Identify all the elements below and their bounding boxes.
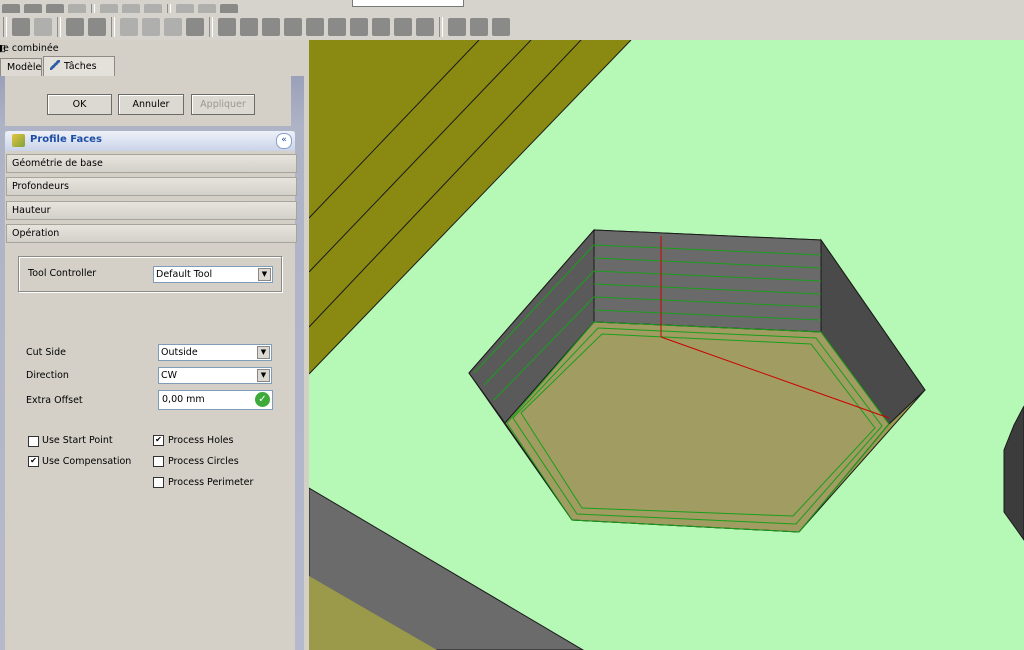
direction-value: CW [161,370,178,381]
use-compensation-label: Use Compensation [42,456,132,467]
edit-pencil-icon [50,60,60,70]
valid-check-icon: ✓ [255,392,270,407]
toolbar-separator [111,17,115,37]
profile-faces-taskbox: Profile Faces « Géométrie de base Profon… [5,131,297,650]
engrave-icon[interactable] [372,18,390,36]
custom-gcode-icon[interactable] [186,18,204,36]
section-heights[interactable]: Hauteur [6,201,297,220]
extra-offset-label: Extra Offset [26,395,83,406]
section-depths[interactable]: Profondeurs [6,177,297,196]
cut-side-value: Outside [161,347,198,358]
section-operation[interactable]: Opération [6,224,297,243]
3d-viewport[interactable] [309,40,1024,650]
process-circles-checkbox[interactable] [153,456,164,467]
pocket-icon[interactable] [284,18,302,36]
taskbox-header[interactable]: Profile Faces « [5,131,295,151]
post-process-icon[interactable] [34,18,52,36]
toolbar-separator [439,17,443,37]
ok-button[interactable]: OK [47,94,112,115]
top-toolbar [0,0,1024,24]
panel-title: ue combinée [0,43,59,54]
tab-tasks-label: Tâches [64,61,97,72]
tab-tasks[interactable]: Tâches [43,56,115,77]
tab-model-label: Modèle [7,62,42,73]
chevron-down-icon: ▼ [257,369,270,382]
toolbar-separator [209,17,213,37]
extra-offset-input[interactable]: 0,00 mm ✓ [158,390,273,410]
tool-controller-icon[interactable] [88,18,106,36]
profile-edges-icon[interactable] [262,18,280,36]
stop-icon[interactable] [164,18,182,36]
helix-icon[interactable] [350,18,368,36]
cut-side-select[interactable]: Outside ▼ [158,344,272,361]
use-start-point-checkbox[interactable] [28,436,39,447]
inspect-icon[interactable] [470,18,488,36]
profile-faces-icon [12,134,25,147]
direction-label: Direction [26,370,69,381]
toolbar-separator [57,17,61,37]
workbench-selector[interactable] [352,0,464,7]
section-base-geometry[interactable]: Géométrie de base [6,154,297,173]
comment-icon[interactable] [142,18,160,36]
tool-controller-select[interactable]: Default Tool ▼ [153,266,273,283]
collapse-chevron-icon[interactable]: « [276,133,292,149]
use-compensation-checkbox[interactable]: ✔ [28,456,39,467]
simulate-icon[interactable] [448,18,466,36]
pocket-shape-icon[interactable] [306,18,324,36]
process-perimeter-checkbox[interactable] [153,477,164,488]
chevron-down-icon: ▼ [257,346,270,359]
3d-scene [309,40,1024,650]
apply-button[interactable]: Appliquer [191,94,255,115]
pocket-wall-back [593,229,822,333]
use-start-point-label: Use Start Point [42,435,113,446]
selection-icon[interactable] [492,18,510,36]
process-circles-label: Process Circles [168,456,239,467]
path-toolbar [0,13,1024,41]
drilling-icon[interactable] [328,18,346,36]
process-holes-label: Process Holes [168,435,234,446]
panel-title-bar: ue combinée ◧ [0,42,309,56]
tasks-area: OK Annuler Appliquer Profile Faces « Géo… [0,76,304,650]
dock-float-icon[interactable]: ◧ [0,43,6,54]
combo-view-panel: ue combinée ◧ Modèle Tâches OK Annuler A… [0,40,309,650]
taskbox-title: Profile Faces [30,134,102,145]
profile-icon[interactable] [240,18,258,36]
adjacent-solid [1003,405,1024,541]
chevron-down-icon: ▼ [258,268,271,281]
toolbar-separator [3,17,7,37]
cut-side-label: Cut Side [26,347,66,358]
process-holes-checkbox[interactable]: ✔ [153,435,164,446]
toolbar-icons-row2 [0,16,512,38]
direction-select[interactable]: CW ▼ [158,367,272,384]
process-perimeter-label: Process Perimeter [168,477,254,488]
cancel-button[interactable]: Annuler [118,94,184,115]
dialog-button-bar: OK Annuler Appliquer [5,76,291,126]
extra-offset-value: 0,00 mm [162,394,205,405]
tool-controller-value: Default Tool [156,269,213,280]
job-icon[interactable] [12,18,30,36]
fixture-icon[interactable] [120,18,138,36]
dropdown-icon[interactable] [416,18,434,36]
tool-controller-label: Tool Controller [28,268,97,279]
contour-icon[interactable] [218,18,236,36]
tab-model[interactable]: Modèle [0,58,42,77]
tool-table-icon[interactable] [66,18,84,36]
dressup-icon[interactable] [394,18,412,36]
tool-controller-frame: Tool Controller Default Tool ▼ [18,256,282,292]
